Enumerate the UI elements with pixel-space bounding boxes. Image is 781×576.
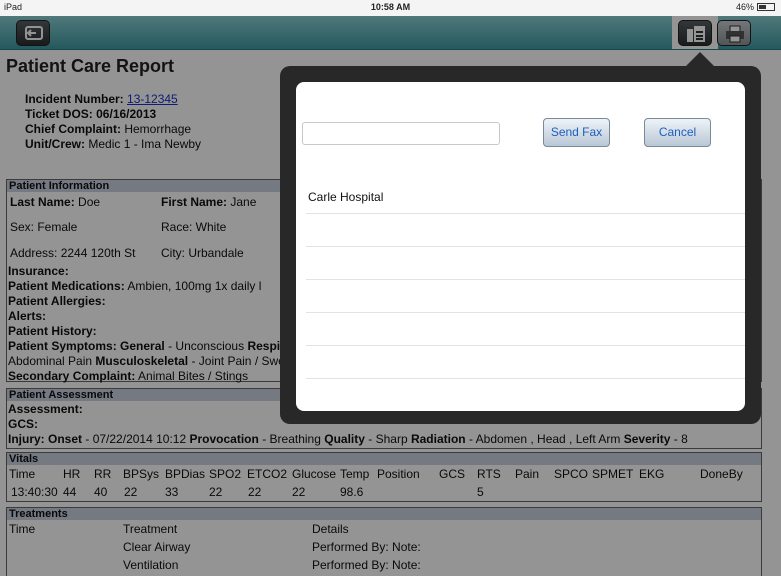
list-item[interactable]: Carle Hospital [306,181,745,214]
battery-indicator: 46% [736,2,775,12]
fax-number-input[interactable] [302,122,500,145]
list-item[interactable] [306,247,745,280]
list-item[interactable] [306,280,745,313]
status-bar: iPad 10:58 AM 46% [0,0,781,16]
clock: 10:58 AM [370,2,411,12]
send-fax-button[interactable]: Send Fax [543,118,610,147]
list-item[interactable] [306,346,745,379]
fax-popover-content: Send Fax Cancel Carle Hospital [296,82,745,411]
list-item[interactable] [306,379,745,411]
battery-percent: 46% [735,2,754,12]
recipient-list: Carle Hospital [306,181,745,411]
list-item[interactable] [306,313,745,346]
fax-popover: Send Fax Cancel Carle Hospital [280,66,761,424]
popover-arrow [686,52,714,66]
list-item[interactable] [306,214,745,247]
cancel-button[interactable]: Cancel [644,118,711,147]
battery-icon [757,3,775,11]
